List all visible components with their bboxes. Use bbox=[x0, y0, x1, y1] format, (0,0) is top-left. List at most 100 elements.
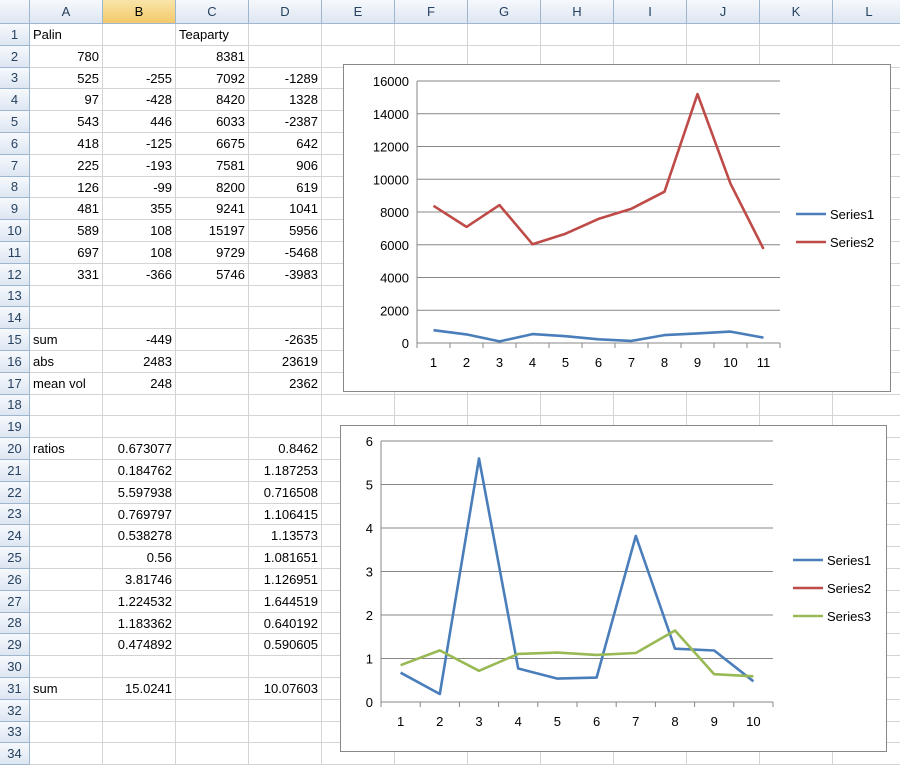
cell-d1[interactable] bbox=[249, 24, 322, 46]
row-header-14[interactable]: 14 bbox=[0, 307, 30, 330]
column-header-f[interactable]: F bbox=[395, 0, 468, 24]
cell-a6[interactable]: 418 bbox=[30, 133, 103, 155]
cell-b30[interactable] bbox=[103, 656, 176, 678]
cell-a1[interactable]: Palin bbox=[30, 24, 103, 46]
cell-a32[interactable] bbox=[30, 699, 103, 722]
row-header-22[interactable]: 22 bbox=[0, 481, 30, 504]
cell-b14[interactable] bbox=[103, 307, 176, 330]
cell-b1[interactable] bbox=[103, 24, 176, 46]
cell-d13[interactable] bbox=[249, 285, 322, 308]
cell-b9[interactable]: 355 bbox=[103, 198, 176, 221]
cell-d9[interactable]: 1041 bbox=[249, 198, 322, 221]
cell-b22[interactable]: 5.597938 bbox=[103, 481, 176, 504]
column-header-a[interactable]: A bbox=[30, 0, 103, 24]
cell-d15[interactable]: -2635 bbox=[249, 329, 322, 351]
cell-c2[interactable]: 8381 bbox=[176, 45, 249, 68]
cell-a10[interactable]: 589 bbox=[30, 220, 103, 242]
cell-b2[interactable] bbox=[103, 45, 176, 68]
cell-d23[interactable]: 1.106415 bbox=[249, 503, 322, 526]
cell-a15[interactable]: sum bbox=[30, 329, 103, 351]
cell-d18[interactable] bbox=[249, 394, 322, 417]
cell-c16[interactable] bbox=[176, 351, 249, 373]
cell-d28[interactable]: 0.640192 bbox=[249, 612, 322, 635]
cell-d24[interactable]: 1.13573 bbox=[249, 525, 322, 548]
column-header-i[interactable]: I bbox=[614, 0, 687, 24]
cell-c15[interactable] bbox=[176, 329, 249, 351]
row-header-9[interactable]: 9 bbox=[0, 198, 30, 221]
cell-b5[interactable]: 446 bbox=[103, 111, 176, 133]
cell-b3[interactable]: -255 bbox=[103, 67, 176, 90]
cell-c10[interactable]: 15197 bbox=[176, 220, 249, 242]
cell-d21[interactable]: 1.187253 bbox=[249, 460, 322, 482]
row-header-11[interactable]: 11 bbox=[0, 242, 30, 264]
row-header-2[interactable]: 2 bbox=[0, 45, 30, 68]
cell-b18[interactable] bbox=[103, 394, 176, 417]
cell-c27[interactable] bbox=[176, 590, 249, 613]
cell-d11[interactable]: -5468 bbox=[249, 242, 322, 264]
row-header-5[interactable]: 5 bbox=[0, 111, 30, 133]
cell-a9[interactable]: 481 bbox=[30, 198, 103, 221]
cell-c33[interactable] bbox=[176, 721, 249, 744]
cell-d4[interactable]: 1328 bbox=[249, 89, 322, 112]
cell-b24[interactable]: 0.538278 bbox=[103, 525, 176, 548]
cell-c24[interactable] bbox=[176, 525, 249, 548]
cell-b8[interactable]: -99 bbox=[103, 176, 176, 199]
cell-f1[interactable] bbox=[395, 24, 468, 46]
cell-d12[interactable]: -3983 bbox=[249, 263, 322, 286]
cell-b7[interactable]: -193 bbox=[103, 154, 176, 177]
row-header-20[interactable]: 20 bbox=[0, 438, 30, 460]
cell-a17[interactable]: mean vol bbox=[30, 372, 103, 395]
row-header-12[interactable]: 12 bbox=[0, 263, 30, 286]
row-header-24[interactable]: 24 bbox=[0, 525, 30, 548]
row-header-7[interactable]: 7 bbox=[0, 154, 30, 177]
cell-c29[interactable] bbox=[176, 634, 249, 657]
row-header-23[interactable]: 23 bbox=[0, 503, 30, 526]
cell-a21[interactable] bbox=[30, 460, 103, 482]
cell-a25[interactable] bbox=[30, 547, 103, 569]
cell-b31[interactable]: 15.0241 bbox=[103, 678, 176, 700]
cell-c7[interactable]: 7581 bbox=[176, 154, 249, 177]
cell-i1[interactable] bbox=[614, 24, 687, 46]
cell-d33[interactable] bbox=[249, 721, 322, 744]
cell-c13[interactable] bbox=[176, 285, 249, 308]
row-header-18[interactable]: 18 bbox=[0, 394, 30, 417]
cell-a4[interactable]: 97 bbox=[30, 89, 103, 112]
cell-c1[interactable]: Teaparty bbox=[176, 24, 249, 46]
cell-d5[interactable]: -2387 bbox=[249, 111, 322, 133]
cell-c21[interactable] bbox=[176, 460, 249, 482]
column-header-k[interactable]: K bbox=[760, 0, 833, 24]
cell-a33[interactable] bbox=[30, 721, 103, 744]
cell-a29[interactable] bbox=[30, 634, 103, 657]
cell-f18[interactable] bbox=[395, 394, 468, 417]
row-header-10[interactable]: 10 bbox=[0, 220, 30, 242]
cell-k1[interactable] bbox=[760, 24, 833, 46]
cell-c5[interactable]: 6033 bbox=[176, 111, 249, 133]
cell-c3[interactable]: 7092 bbox=[176, 67, 249, 90]
cell-i18[interactable] bbox=[614, 394, 687, 417]
cell-c20[interactable] bbox=[176, 438, 249, 460]
row-header-6[interactable]: 6 bbox=[0, 133, 30, 155]
cell-c34[interactable] bbox=[176, 743, 249, 766]
column-header-b[interactable]: B bbox=[103, 0, 176, 24]
row-header-17[interactable]: 17 bbox=[0, 372, 30, 395]
cell-b27[interactable]: 1.224532 bbox=[103, 590, 176, 613]
cell-b23[interactable]: 0.769797 bbox=[103, 503, 176, 526]
column-header-d[interactable]: D bbox=[249, 0, 322, 24]
cell-g1[interactable] bbox=[468, 24, 541, 46]
column-header-c[interactable]: C bbox=[176, 0, 249, 24]
column-header-g[interactable]: G bbox=[468, 0, 541, 24]
cell-c28[interactable] bbox=[176, 612, 249, 635]
cell-d34[interactable] bbox=[249, 743, 322, 766]
cell-d3[interactable]: -1289 bbox=[249, 67, 322, 90]
cell-l18[interactable] bbox=[833, 395, 900, 417]
cell-a5[interactable]: 543 bbox=[30, 111, 103, 133]
row-header-26[interactable]: 26 bbox=[0, 569, 30, 591]
cell-h18[interactable] bbox=[541, 394, 614, 417]
cell-c26[interactable] bbox=[176, 569, 249, 591]
cell-a16[interactable]: abs bbox=[30, 351, 103, 373]
cell-a18[interactable] bbox=[30, 394, 103, 417]
cell-d10[interactable]: 5956 bbox=[249, 220, 322, 242]
cell-b19[interactable] bbox=[103, 416, 176, 439]
row-header-29[interactable]: 29 bbox=[0, 634, 30, 657]
row-header-4[interactable]: 4 bbox=[0, 89, 30, 112]
